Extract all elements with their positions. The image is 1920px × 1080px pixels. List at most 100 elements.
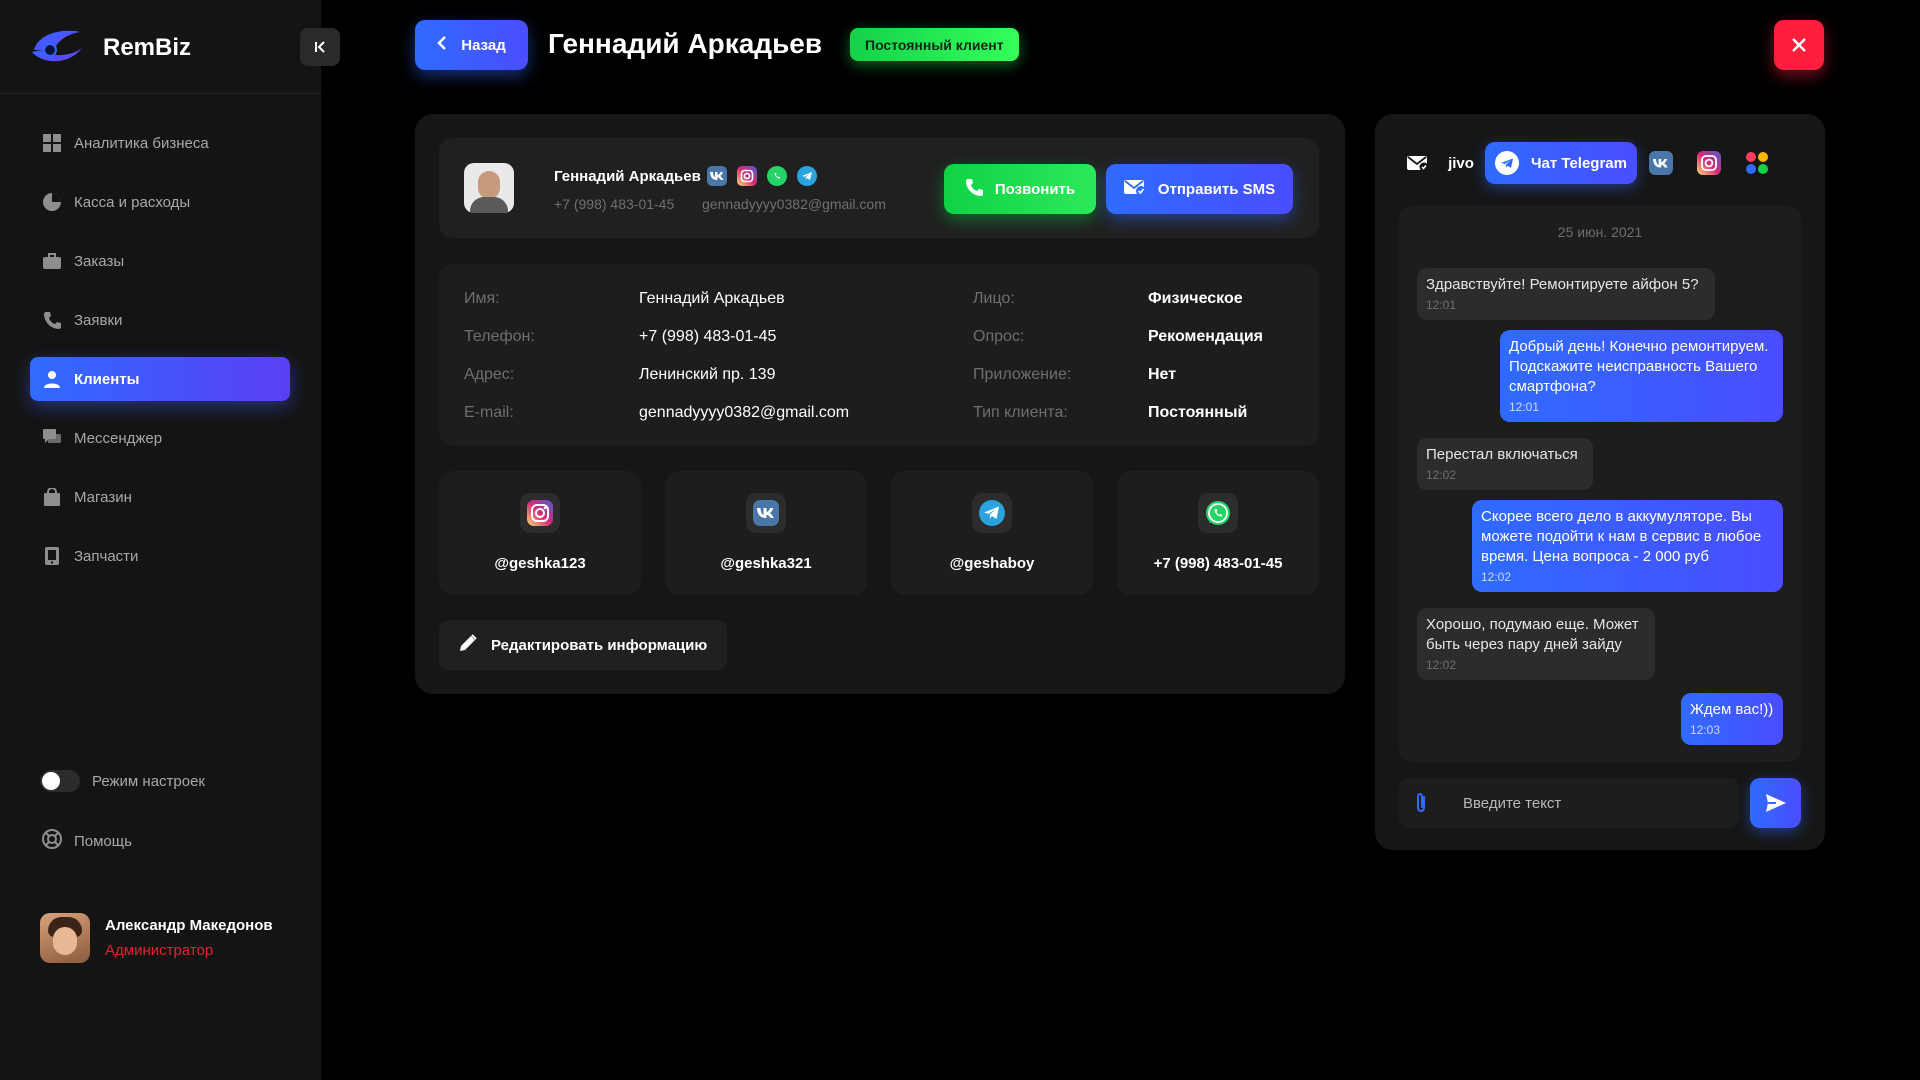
channel-instagram[interactable] [1685,142,1733,184]
sidebar-item-messenger[interactable]: Мессенджер [30,416,290,460]
client-summary-card: Геннадий Аркадьев +7 (998) 483-01-45 gen… [439,138,1319,238]
mail-check-icon [1123,178,1146,200]
help-label: Помощь [74,832,132,850]
telegram-icon[interactable] [797,166,817,186]
info-value-entity: Физическое [1148,290,1243,307]
channel-telegram-label: Чат Telegram [1531,154,1627,172]
paperclip-icon[interactable] [1413,791,1429,820]
current-user[interactable]: Александр Македонов Администратор [40,913,273,963]
channel-jivo[interactable]: jivo [1437,142,1485,184]
client-name: Геннадий Аркадьев [554,168,701,185]
instagram-icon [1696,151,1721,175]
send-sms-button[interactable]: Отправить SMS [1106,164,1293,214]
call-label: Позвонить [994,180,1076,198]
sidebar-item-label: Клиенты [74,370,140,388]
message-outgoing: Ждем вас!)) 12:03 [1681,693,1783,745]
sms-label: Отправить SMS [1157,180,1276,198]
edit-info-button[interactable]: Редактировать информацию [439,620,727,670]
whatsapp-icon[interactable] [767,166,787,186]
settings-mode-toggle[interactable] [40,770,80,792]
channel-vk[interactable] [1637,142,1685,184]
send-icon [1765,794,1786,812]
call-button[interactable]: Позвонить [944,164,1096,214]
sidebar-item-analytics[interactable]: Аналитика бизнеса [30,121,290,165]
sidebar-item-requests[interactable]: Заявки [30,298,290,342]
send-message-button[interactable] [1750,778,1801,828]
sidebar: RemBiz Аналитика бизнеса Касса и расходы… [0,0,340,1080]
channel-telegram-chat[interactable]: Чат Telegram [1485,142,1637,184]
social-handle: @geshaboy [949,555,1035,572]
message-text: Перестал включаться [1426,446,1578,463]
social-tile-whatsapp[interactable]: +7 (998) 483-01-45 [1117,471,1319,595]
user-role: Администратор [105,942,214,959]
message-input[interactable] [1449,778,1729,828]
message-text: Ждем вас!)) [1690,701,1774,718]
message-outgoing: Скорее всего дело в аккумуляторе. Вы мож… [1472,500,1783,592]
info-label-entity: Лицо: [973,290,1015,307]
chat-date: 25 июн. 2021 [1557,224,1643,240]
sidebar-item-orders[interactable]: Заказы [30,239,290,283]
social-handle: @geshka321 [720,555,812,572]
sidebar-item-label: Мессенджер [74,429,163,447]
sidebar-item-cash[interactable]: Касса и расходы [30,180,290,224]
social-tile-telegram[interactable]: @geshaboy [891,471,1093,595]
message-incoming: Здравствуйте! Ремонтируете айфон 5? 12:0… [1417,268,1715,320]
message-time: 12:03 [1690,723,1721,737]
sidebar-item-label: Аналитика бизнеса [74,134,209,152]
rembiz-logo [32,30,82,62]
phone-icon [42,310,62,330]
channel-email[interactable] [1399,142,1437,184]
message-incoming: Перестал включаться 12:02 [1417,438,1593,490]
settings-mode-toggle-row[interactable]: Режим настроек [40,770,205,792]
instagram-icon[interactable] [737,166,757,186]
sidebar-item-shop[interactable]: Магазин [30,475,290,519]
sidebar-item-label: Касса и расходы [74,193,191,211]
message-time: 12:02 [1481,570,1512,584]
collapse-icon [315,41,325,53]
shopping-bag-icon [42,487,62,507]
info-value-survey: Рекомендация [1148,328,1263,345]
message-text: Хорошо, подумаю еще. Может быть через па… [1426,616,1639,653]
message-text: Здравствуйте! Ремонтируете айфон 5? [1426,276,1699,293]
sidebar-item-parts[interactable]: Запчасти [30,534,290,578]
social-tile-vk[interactable]: @geshka321 [665,471,867,595]
client-avatar [464,163,514,213]
social-tile-instagram[interactable]: @geshka123 [439,471,641,595]
back-button[interactable]: Назад [415,20,528,70]
close-icon [1792,38,1806,52]
client-panel: Геннадий Аркадьев +7 (998) 483-01-45 gen… [415,114,1345,694]
message-time: 12:01 [1426,298,1457,312]
info-label-name: Имя: [464,290,500,307]
client-info-card: Имя: Геннадий Аркадьев Телефон: +7 (998)… [439,264,1319,446]
sidebar-item-label: Магазин [74,488,132,506]
close-button[interactable] [1774,20,1824,70]
pencil-icon [459,634,477,656]
message-time: 12:02 [1426,468,1457,482]
mail-check-icon [1407,156,1429,172]
info-label-address: Адрес: [464,366,515,383]
sidebar-item-label: Заявки [74,311,123,329]
whatsapp-icon [1198,493,1238,533]
chat-messages: 25 июн. 2021 Здравствуйте! Ремонтируете … [1399,206,1801,762]
message-text: Добрый день! Конечно ремонтируем. Подска… [1509,338,1769,395]
settings-mode-label: Режим настроек [92,772,205,790]
channel-more-apps[interactable] [1733,142,1781,184]
vk-icon [1648,151,1673,175]
help-link[interactable]: Помощь [42,829,132,853]
briefcase-icon [42,251,62,271]
info-label-email: E-mail: [464,404,514,421]
collapse-sidebar-button[interactable] [300,28,340,66]
chevron-left-icon [437,36,447,54]
sidebar-item-clients[interactable]: Клиенты [30,357,290,401]
message-incoming: Хорошо, подумаю еще. Может быть через па… [1417,608,1655,680]
vk-icon[interactable] [707,166,727,186]
instagram-icon [520,493,560,533]
info-value-client-type: Постоянный [1148,404,1248,421]
info-value-phone: +7 (998) 483-01-45 [639,328,777,345]
chat-panel: jivo Чат Telegram 25 июн. 2021 Здравству… [1375,114,1825,850]
message-time: 12:01 [1509,400,1540,414]
sidebar-nav: Аналитика бизнеса Касса и расходы Заказы… [30,121,290,593]
info-label-phone: Телефон: [464,328,535,345]
social-handle: @geshka123 [494,555,586,572]
client-email: gennadyyyy0382@gmail.com [702,196,886,212]
